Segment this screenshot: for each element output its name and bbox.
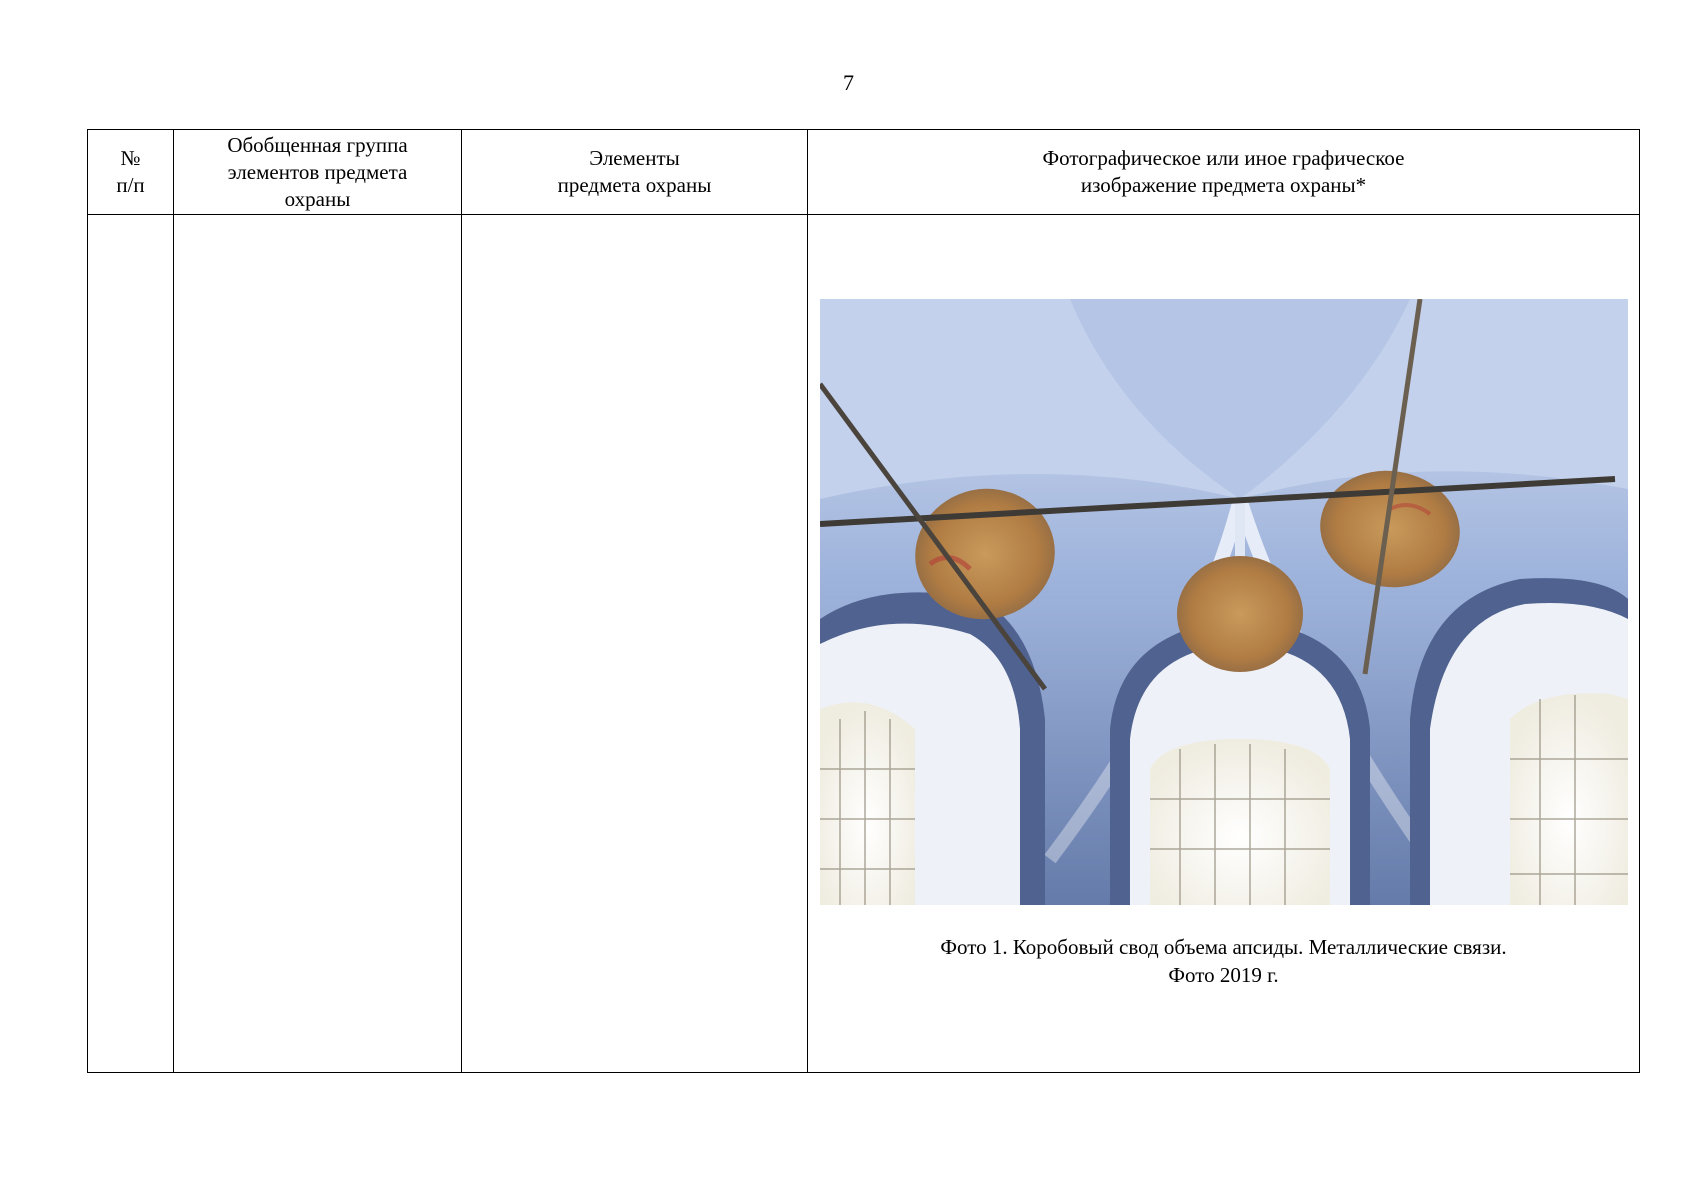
protection-subject-table: № п/п Обобщенная группа элементов предме… [87, 129, 1640, 1073]
cell-elements [461, 214, 808, 1073]
table-header-row: № п/п Обобщенная группа элементов предме… [87, 129, 1640, 215]
cell-number [87, 214, 174, 1073]
table-row: Фото 1. Коробовый свод объема апсиды. Ме… [87, 214, 1640, 1073]
photo-caption: Фото 1. Коробовый свод объема апсиды. Ме… [940, 935, 1507, 987]
cell-photo: Фото 1. Коробовый свод объема апсиды. Ме… [807, 214, 1640, 1073]
vault-photo [820, 299, 1628, 905]
header-element-group: Обобщенная группа элементов предмета охр… [173, 129, 462, 215]
header-number: № п/п [87, 129, 174, 215]
cell-element-group [173, 214, 462, 1073]
vault-photo-image [820, 299, 1628, 905]
header-elements: Элементы предмета охраны [461, 129, 808, 215]
page-number: 7 [843, 70, 854, 95]
header-photo: Фотографическое или иное графическое изо… [807, 129, 1640, 215]
